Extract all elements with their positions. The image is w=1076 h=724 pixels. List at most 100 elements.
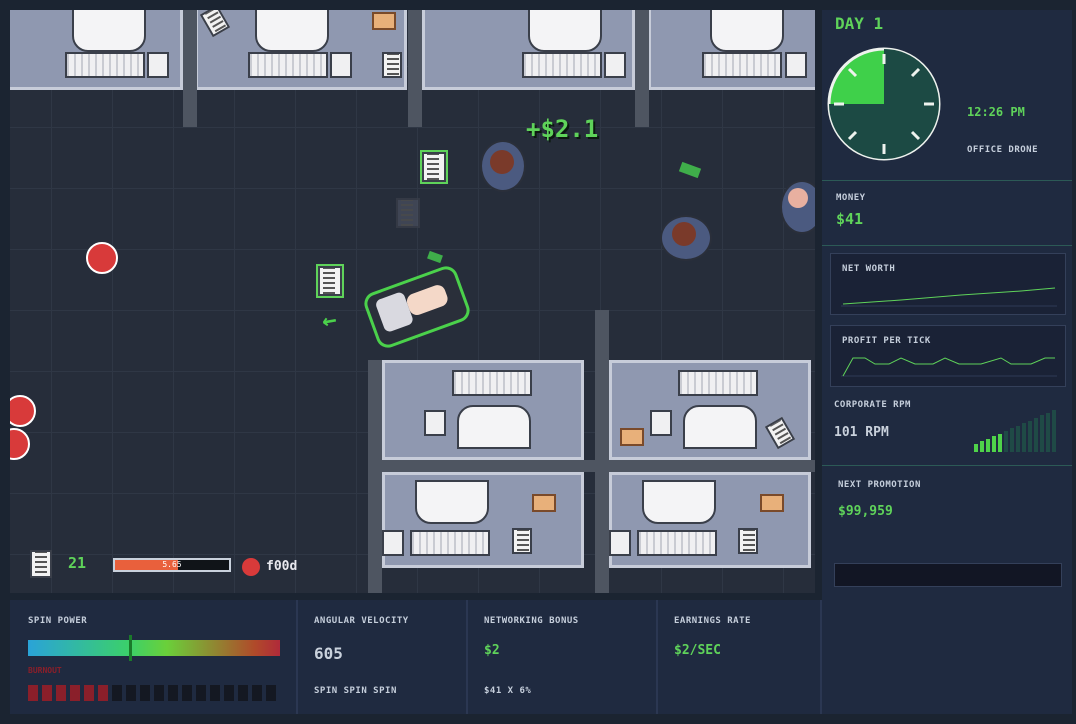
- keyboard: [637, 530, 717, 556]
- cubicle-wall: [368, 360, 382, 593]
- day-label: DAY 1: [835, 14, 884, 33]
- earnings-panel: EARNINGS RATE $2/SEC: [658, 600, 822, 714]
- promotion-label: NEXT PROMOTION: [838, 480, 921, 490]
- spin-power-label: SPIN POWER: [28, 616, 88, 626]
- rpm-bar: [980, 441, 984, 452]
- burnout-segment: [154, 685, 164, 701]
- desk-phone: [609, 530, 631, 556]
- burnout-segment: [28, 685, 38, 701]
- rpm-value: 101 RPM: [834, 425, 889, 440]
- folder: [620, 428, 644, 446]
- spin-power-gradient: [28, 635, 280, 661]
- keyboard: [678, 370, 758, 396]
- stats-bottom-bar: SPIN POWER BURNOUT ANGULAR VELOCITY 605 …: [10, 600, 1072, 714]
- food-bar-value: 5.65: [162, 560, 182, 569]
- rpm-bar: [986, 438, 990, 452]
- rpm-bar: [1004, 431, 1008, 452]
- angular-value: 605: [314, 644, 343, 663]
- desk-phone: [424, 410, 446, 436]
- profit-chart: PROFIT PER TICK: [830, 325, 1066, 387]
- rpm-bar: [1046, 412, 1050, 452]
- folder: [372, 12, 396, 30]
- monitor: [415, 480, 489, 524]
- food-bar: 5.65: [113, 558, 231, 572]
- promotion-value: $99,959: [838, 504, 893, 519]
- rank-title: OFFICE DRONE: [967, 145, 1039, 155]
- clock-time: 12:26 PM: [967, 105, 1025, 119]
- folder: [760, 494, 784, 512]
- burnout-segment: [84, 685, 94, 701]
- burnout-segment: [70, 685, 80, 701]
- money-value: $41: [836, 210, 864, 228]
- apple-food-icon[interactable]: [86, 242, 118, 274]
- divider: [822, 465, 1072, 466]
- food-label: f00d: [266, 559, 298, 574]
- keyboard: [410, 530, 490, 556]
- rpm-bar: [1034, 418, 1038, 452]
- monitor: [710, 10, 784, 52]
- angular-sub: SPIN SPIN SPIN: [314, 686, 397, 696]
- coworker-npc: [672, 222, 696, 246]
- monitor: [642, 480, 716, 524]
- angular-panel: ANGULAR VELOCITY 605 SPIN SPIN SPIN: [298, 600, 468, 714]
- monitor: [528, 10, 602, 52]
- burnout-segment: [210, 685, 220, 701]
- rpm-bar: [1010, 428, 1014, 452]
- apple-food-icon[interactable]: [10, 395, 36, 427]
- coworker-npc: [788, 188, 808, 208]
- folder: [532, 494, 556, 512]
- rpm-meter: [974, 408, 1058, 452]
- angular-label: ANGULAR VELOCITY: [314, 616, 409, 626]
- burnout-segment: [224, 685, 234, 701]
- direction-arrow-icon: ←: [319, 304, 339, 336]
- apple-food-icon[interactable]: [10, 428, 30, 460]
- rpm-bar: [1040, 415, 1044, 452]
- paper-pickup[interactable]: [316, 264, 344, 298]
- spin-power-marker: [128, 635, 132, 661]
- office-floor[interactable]: ← +$2.1 21 5.65 f00d: [10, 10, 815, 593]
- spin-power-panel: SPIN POWER BURNOUT: [10, 600, 298, 714]
- monitor: [457, 405, 531, 449]
- cubicle-wall: [635, 10, 649, 127]
- rpm-bar: [1052, 410, 1056, 452]
- networking-value: $2: [484, 643, 500, 658]
- paper-count-icon: [30, 550, 52, 578]
- rpm-bar: [1016, 425, 1020, 452]
- desk-phone: [382, 530, 404, 556]
- burnout-meter: [28, 685, 288, 701]
- stats-sidebar: DAY 1 12:26 PM OFFICE DRONE MONEY $41 NE…: [822, 10, 1072, 600]
- burnout-segment: [266, 685, 276, 701]
- keyboard: [248, 52, 328, 78]
- profit-line: [842, 357, 1055, 377]
- cubicle-wall: [595, 310, 609, 593]
- paper-document: [738, 528, 758, 554]
- net-worth-chart: NET WORTH: [830, 253, 1066, 315]
- rpm-bar: [974, 444, 978, 452]
- cash-bill-icon: [678, 161, 702, 179]
- monitor: [72, 10, 146, 52]
- keyboard: [452, 370, 532, 396]
- paper-pickup[interactable]: [420, 150, 448, 184]
- monitor: [255, 10, 329, 52]
- coworker-npc: [490, 150, 514, 174]
- networking-label: NETWORKING BONUS: [484, 616, 579, 626]
- desk-phone: [604, 52, 626, 78]
- monitor: [683, 405, 757, 449]
- burnout-segment: [252, 685, 262, 701]
- divider: [822, 245, 1072, 246]
- burnout-segment: [140, 685, 150, 701]
- rpm-bar: [1028, 420, 1032, 452]
- player-office-drone[interactable]: [361, 262, 473, 352]
- keyboard: [702, 52, 782, 78]
- burnout-label: BURNOUT: [28, 666, 62, 675]
- paper-document: [512, 528, 532, 554]
- desk-phone: [785, 52, 807, 78]
- burnout-segment: [112, 685, 122, 701]
- apple-icon: [242, 558, 260, 576]
- desk-phone: [330, 52, 352, 78]
- net-worth-line: [842, 287, 1056, 305]
- networking-sub: $41 X 6%: [484, 686, 532, 696]
- paper-document: [382, 52, 402, 78]
- burnout-segment: [238, 685, 248, 701]
- net-worth-label: NET WORTH: [842, 264, 896, 274]
